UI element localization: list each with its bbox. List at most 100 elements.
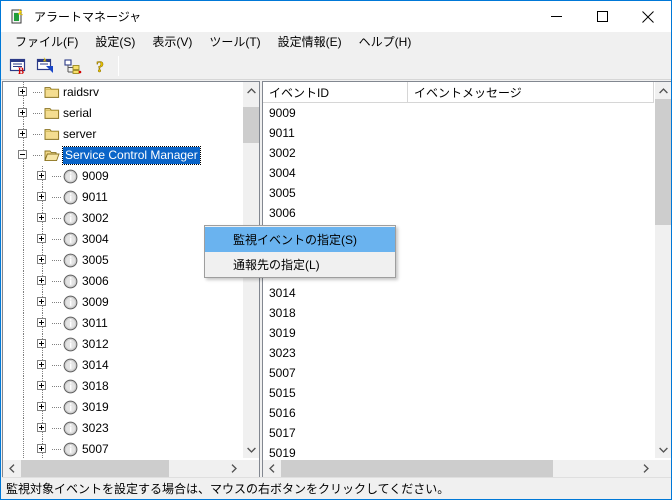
tree-node[interactable]: serial bbox=[3, 103, 241, 124]
table-row[interactable]: 3018 bbox=[263, 303, 654, 323]
tree-node-label: 3004 bbox=[82, 232, 109, 246]
table-row[interactable]: 5007 bbox=[263, 363, 654, 383]
tree-view-icon[interactable] bbox=[60, 54, 85, 78]
tree-guide-line bbox=[23, 376, 24, 397]
expand-plus-icon[interactable] bbox=[37, 381, 46, 390]
menu-view[interactable]: 表示(V) bbox=[144, 33, 201, 52]
minimize-button[interactable] bbox=[533, 1, 579, 32]
tree-guide-line bbox=[23, 439, 24, 458]
expand-plus-icon[interactable] bbox=[18, 87, 27, 96]
tree-node[interactable]: Service Control Manager bbox=[3, 145, 241, 166]
tree-node[interactable]: 3014 bbox=[3, 355, 241, 376]
status-bar: 監視対象イベントを設定する場合は、マウスの右ボタンをクリックしてください。 bbox=[2, 477, 671, 498]
tree-hscroll-thumb[interactable] bbox=[21, 460, 169, 477]
tree-node[interactable]: 3018 bbox=[3, 376, 241, 397]
table-row[interactable]: 3014 bbox=[263, 283, 654, 303]
menu-help[interactable]: ヘルプ(H) bbox=[351, 33, 421, 52]
tree-node[interactable]: 3019 bbox=[3, 397, 241, 418]
menu-settings[interactable]: 設定(S) bbox=[87, 33, 144, 52]
table-row[interactable]: 3004 bbox=[263, 163, 654, 183]
collapse-minus-icon[interactable] bbox=[18, 150, 27, 159]
table-row[interactable]: 5017 bbox=[263, 423, 654, 443]
list-horizontal-scrollbar[interactable] bbox=[263, 460, 654, 477]
expand-plus-icon[interactable] bbox=[37, 339, 46, 348]
cell-event-id: 3014 bbox=[269, 286, 296, 300]
tree-node[interactable]: 3023 bbox=[3, 418, 241, 439]
table-row[interactable]: 9009 bbox=[263, 103, 654, 123]
expand-plus-icon[interactable] bbox=[37, 192, 46, 201]
expand-plus-icon[interactable] bbox=[37, 444, 46, 453]
list-rows-container[interactable]: 9009901130023004300530063009301130123014… bbox=[263, 103, 654, 458]
expand-plus-icon[interactable] bbox=[18, 129, 27, 138]
column-event-id[interactable]: イベントID bbox=[263, 82, 408, 103]
list-vertical-scrollbar[interactable] bbox=[654, 82, 671, 458]
table-row[interactable]: 3005 bbox=[263, 183, 654, 203]
expand-plus-icon[interactable] bbox=[37, 276, 46, 285]
close-button[interactable] bbox=[625, 1, 671, 32]
table-row[interactable]: 9011 bbox=[263, 123, 654, 143]
expand-plus-icon[interactable] bbox=[37, 423, 46, 432]
tree-scroll-thumb[interactable] bbox=[243, 107, 259, 143]
tree-node[interactable]: 9011 bbox=[3, 187, 241, 208]
table-row[interactable]: 3006 bbox=[263, 203, 654, 223]
expand-plus-icon[interactable] bbox=[37, 213, 46, 222]
ctx-specify-monitor-event[interactable]: 監視イベントの指定(S) bbox=[205, 227, 395, 252]
help-question-icon[interactable]: ? bbox=[87, 54, 112, 78]
menu-config-info[interactable]: 設定情報(E) bbox=[270, 33, 351, 52]
table-row[interactable]: 3023 bbox=[263, 343, 654, 363]
tree-scroll-up-arrow[interactable] bbox=[243, 82, 259, 99]
expand-plus-icon[interactable] bbox=[18, 108, 27, 117]
tree-horizontal-scrollbar[interactable] bbox=[3, 460, 242, 477]
expand-plus-icon[interactable] bbox=[37, 318, 46, 327]
menu-file[interactable]: ファイル(F) bbox=[7, 33, 87, 52]
tree-node[interactable]: 3009 bbox=[3, 292, 241, 313]
client-area: raidsrv serial server Service Control Manag… bbox=[2, 81, 671, 478]
list-scroll-left-arrow[interactable] bbox=[263, 460, 280, 477]
tree-node[interactable]: raidsrv bbox=[3, 82, 241, 103]
table-row[interactable]: 5015 bbox=[263, 383, 654, 403]
tree-node[interactable]: 5007 bbox=[3, 439, 241, 458]
menu-tools[interactable]: ツール(T) bbox=[201, 33, 269, 52]
expand-plus-icon[interactable] bbox=[37, 402, 46, 411]
tree-guide-line bbox=[23, 187, 24, 208]
expand-plus-icon[interactable] bbox=[37, 234, 46, 243]
list-scroll-down-arrow[interactable] bbox=[655, 441, 671, 458]
table-row[interactable]: 5019 bbox=[263, 443, 654, 458]
tree-scroll-right-arrow[interactable] bbox=[225, 460, 242, 477]
table-row[interactable]: 5016 bbox=[263, 403, 654, 423]
expand-plus-icon[interactable] bbox=[37, 171, 46, 180]
expand-plus-icon[interactable] bbox=[37, 255, 46, 264]
tree-node[interactable]: 3012 bbox=[3, 334, 241, 355]
tree-node-label: 3005 bbox=[82, 253, 109, 267]
list-scroll-up-arrow[interactable] bbox=[655, 82, 671, 99]
new-report-icon[interactable] bbox=[33, 54, 58, 78]
expand-plus-icon[interactable] bbox=[37, 360, 46, 369]
application-window: アラートマネージャ ファイル(F) 設定(S) 表示(V) ツール(T) 設定情… bbox=[0, 0, 672, 500]
ctx-specify-report-target[interactable]: 通報先の指定(L) bbox=[205, 252, 395, 277]
tree-guide-line bbox=[33, 92, 43, 93]
tree-node[interactable]: server bbox=[3, 124, 241, 145]
tree-node-label: 3014 bbox=[82, 358, 109, 372]
tree-scroll-down-arrow[interactable] bbox=[243, 441, 259, 458]
tree-node-label: 3019 bbox=[82, 400, 109, 414]
maximize-button[interactable] bbox=[579, 1, 625, 32]
menu-bar: ファイル(F) 設定(S) 表示(V) ツール(T) 設定情報(E) ヘルプ(H… bbox=[1, 32, 671, 53]
info-icon bbox=[63, 421, 79, 436]
list-scroll-right-arrow[interactable] bbox=[637, 460, 654, 477]
table-row[interactable]: 3019 bbox=[263, 323, 654, 343]
table-row[interactable]: 3002 bbox=[263, 143, 654, 163]
cell-event-id: 3002 bbox=[269, 146, 296, 160]
tree-node[interactable]: 3011 bbox=[3, 313, 241, 334]
tree-guide-line bbox=[52, 197, 62, 198]
event-log-icon[interactable]: B bbox=[6, 54, 31, 78]
info-icon bbox=[63, 190, 79, 205]
tree-node-label: 9009 bbox=[82, 169, 109, 183]
tree-node[interactable]: 9009 bbox=[3, 166, 241, 187]
expand-plus-icon[interactable] bbox=[37, 297, 46, 306]
tree-scroll-left-arrow[interactable] bbox=[3, 460, 20, 477]
tree-scroll-corner bbox=[242, 460, 259, 477]
list-scroll-thumb[interactable] bbox=[655, 99, 671, 225]
list-hscroll-thumb[interactable] bbox=[281, 460, 553, 477]
tree-panel: raidsrv serial server Service Control Manag… bbox=[2, 81, 260, 478]
column-event-message[interactable]: イベントメッセージ bbox=[408, 82, 654, 103]
